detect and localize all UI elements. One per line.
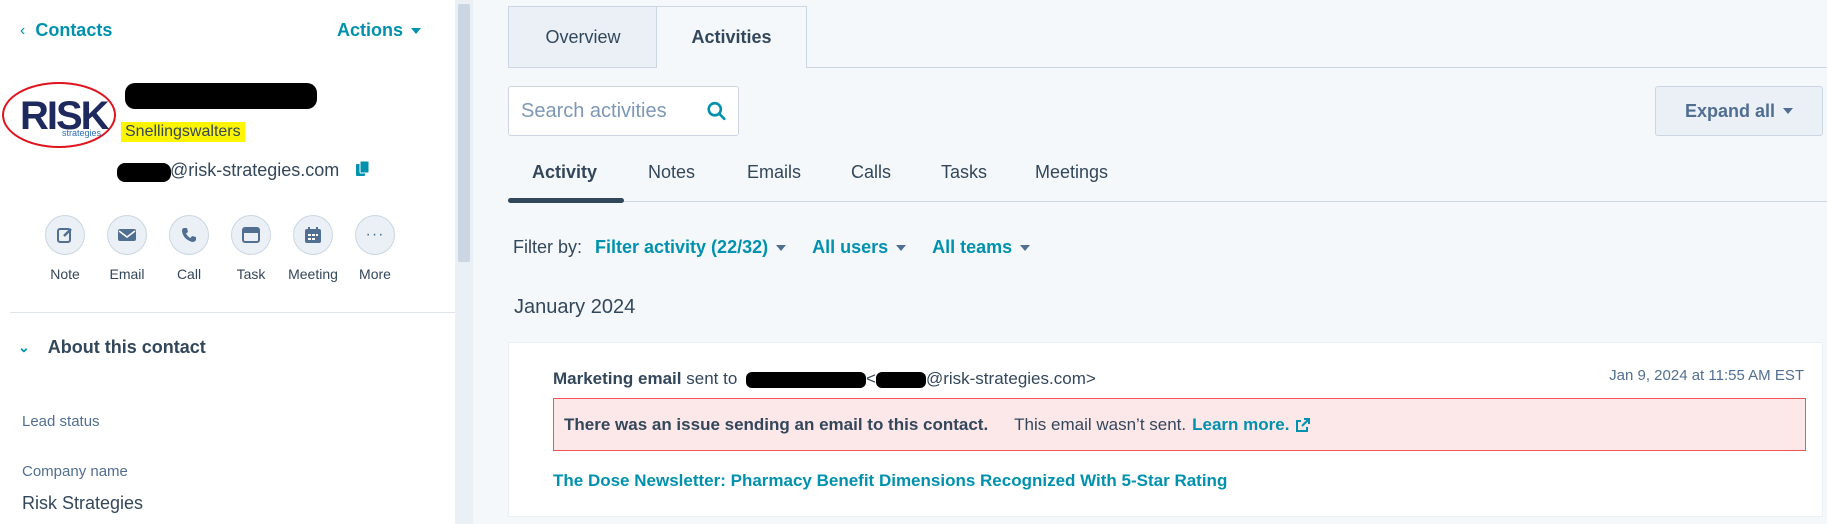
subtab-meetings[interactable]: Meetings [1035,162,1108,183]
email-subject-link[interactable]: The Dose Newsletter: Pharmacy Benefit Di… [553,471,1227,491]
actions-label: Actions [337,20,404,40]
all-teams-dropdown[interactable]: All teams [932,237,1031,258]
more-icon: ··· [355,215,395,255]
subtab-activity[interactable]: Activity [532,162,597,183]
filter-activity-label: Filter activity (22/32) [595,237,769,257]
caret-down-icon [1783,108,1794,114]
redacted-contact-name [125,83,317,109]
chevron-down-icon: ⌄ [18,339,30,355]
search-activities-box[interactable] [508,86,739,136]
call-label: Call [176,266,202,282]
more-label: More [359,266,391,282]
meeting-label: Meeting [288,266,338,282]
meeting-icon [293,215,333,255]
all-teams-label: All teams [932,237,1013,257]
send-error-alert: There was an issue sending an email to t… [553,398,1806,451]
meeting-button[interactable]: Meeting [288,215,338,282]
redacted-recipient-user [875,371,926,388]
email-icon [107,215,147,255]
back-to-contacts-link[interactable]: ‹ Contacts [20,20,112,41]
expand-all-label: Expand all [1684,100,1776,121]
subtab-calls[interactable]: Calls [851,162,891,183]
email-label: Email [109,266,145,282]
subtab-emails[interactable]: Emails [747,162,801,183]
tab-activities[interactable]: Activities [656,6,807,68]
call-button[interactable]: Call [169,215,209,282]
tab-overview-label: Overview [545,26,621,47]
email-button[interactable]: Email [107,215,147,282]
all-users-dropdown[interactable]: All users [812,237,907,258]
note-button[interactable]: Note [45,215,85,282]
subtab-tasks[interactable]: Tasks [941,162,987,183]
back-link-label: Contacts [35,20,113,40]
caret-down-icon [896,244,907,251]
task-label: Task [236,266,266,282]
call-icon [169,215,209,255]
active-subtab-indicator [508,198,624,203]
activity-card[interactable]: Marketing email sent to < @risk-strategie… [508,342,1823,517]
quick-actions-bar: Note Email Call Task Meeting ··· More [45,215,395,282]
task-icon [231,215,271,255]
contact-name-highlight: Snellingswalters [121,122,245,142]
about-contact-toggle[interactable]: ⌄ About this contact [18,337,206,358]
chevron-left-icon: ‹ [20,21,26,39]
company-name-label: Company name [22,463,128,480]
alert-title: There was an issue sending an email to t… [564,414,989,434]
caret-down-icon [1020,244,1031,251]
activity-sent-to: sent to [686,369,738,388]
recipient-email: @risk-strategies.com> [925,369,1096,388]
alert-message: This email wasn’t sent. [1014,414,1187,434]
sidebar-scrollbar-thumb[interactable] [458,4,470,262]
filter-activity-dropdown[interactable]: Filter activity (22/32) [595,237,787,258]
search-input[interactable] [521,99,701,123]
learn-more-link[interactable]: Learn more. [1192,415,1289,435]
contact-sidebar: ‹ Contacts Actions RISK strategies Snell… [0,0,455,524]
redacted-email-user [117,163,171,182]
filter-row: Filter by: Filter activity (22/32) All u… [513,237,1056,258]
more-button[interactable]: ··· More [355,215,395,282]
activity-date: Jan 9, 2024 at 11:55 AM EST [1609,367,1804,384]
search-icon[interactable] [707,100,726,122]
company-name-value[interactable]: Risk Strategies [22,493,143,514]
company-logo-subtext: strategies [62,128,102,138]
activity-card-title: Marketing email sent to < @risk-strategie… [553,369,1096,388]
subtabs-baseline [508,201,1827,202]
lead-status-label: Lead status [22,413,100,430]
contact-email: @risk-strategies.com [170,160,340,180]
actions-dropdown[interactable]: Actions [337,20,422,41]
month-heading: January 2024 [514,296,636,318]
tab-overview[interactable]: Overview [508,6,657,68]
caret-down-icon [776,244,787,251]
about-contact-title: About this contact [47,337,206,357]
note-icon [45,215,85,255]
subtab-notes[interactable]: Notes [648,162,695,183]
caret-down-icon [411,27,422,34]
sidebar-divider [10,312,455,313]
external-link-icon[interactable] [1295,417,1311,433]
task-button[interactable]: Task [231,215,271,282]
expand-all-button[interactable]: Expand all [1655,86,1823,136]
tabs-baseline [807,67,1827,68]
tab-activities-label: Activities [691,27,772,47]
redacted-recipient-name [746,371,867,388]
copy-icon[interactable] [356,161,370,177]
filter-by-label: Filter by: [513,237,583,257]
all-users-label: All users [812,237,889,257]
note-label: Note [50,266,80,282]
activity-type: Marketing email [553,369,682,388]
